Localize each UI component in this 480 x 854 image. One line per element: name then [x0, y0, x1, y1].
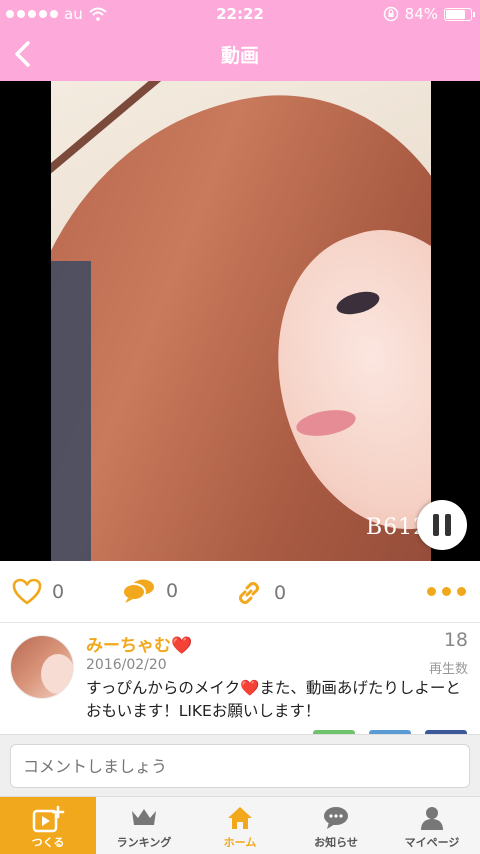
- tab-create-label: つくる: [31, 836, 65, 849]
- avatar[interactable]: [10, 635, 74, 699]
- post-username[interactable]: みーちゃむ❤️: [86, 631, 192, 656]
- battery-icon: [444, 7, 475, 21]
- tab-bar: つくる ランキング ホーム お知らせ マイページ: [0, 796, 480, 854]
- tab-create[interactable]: つくる: [0, 797, 96, 854]
- tab-ranking-label: ランキング: [116, 836, 172, 849]
- play-count-label: 再生数: [428, 662, 468, 677]
- tab-ranking[interactable]: ランキング: [96, 797, 192, 854]
- tab-notifications[interactable]: お知らせ: [288, 797, 384, 854]
- comment-bar: [0, 734, 480, 796]
- comment-input[interactable]: [10, 744, 470, 788]
- share-link-button[interactable]: 0: [234, 578, 286, 608]
- tab-mypage[interactable]: マイページ: [384, 797, 480, 854]
- tab-notifications-label: お知らせ: [314, 836, 358, 849]
- rotation-lock-icon: [383, 6, 398, 22]
- play-count: 18: [443, 629, 468, 651]
- like-button[interactable]: 0: [12, 578, 64, 605]
- tab-home[interactable]: ホーム: [192, 797, 288, 854]
- battery-percent: 84%: [404, 5, 438, 23]
- crown-icon: [132, 809, 156, 825]
- action-bar: 0 0 0: [0, 561, 480, 623]
- create-video-icon: [32, 805, 65, 833]
- user-icon: [421, 807, 443, 830]
- status-right: 84%: [383, 5, 475, 23]
- pause-button[interactable]: [417, 500, 467, 550]
- video-frame: [51, 81, 431, 561]
- video-player[interactable]: B612: [0, 81, 480, 561]
- link-icon: [239, 582, 259, 604]
- nav-bar: 動画: [0, 28, 480, 81]
- heart-icon: [12, 578, 42, 605]
- tab-mypage-label: マイページ: [404, 836, 460, 849]
- like-count: 0: [52, 580, 65, 603]
- post-info: みーちゃむ❤️ 2016/02/20 18 再生数 すっぴんからのメイク❤️また…: [0, 623, 480, 733]
- status-bar: au 22:22 84%: [0, 0, 480, 28]
- post-date: 2016/02/20: [86, 657, 167, 673]
- tab-home-label: ホーム: [223, 836, 257, 849]
- comment-button[interactable]: 0: [122, 578, 178, 604]
- home-icon: [228, 807, 252, 829]
- more-options-icon[interactable]: [427, 587, 466, 596]
- post-text: すっぴんからのメイク❤️また、動画あげたりしよーとおもいます！LIKEお願いしま…: [86, 679, 461, 720]
- comment-bubbles-icon: [122, 579, 154, 603]
- comment-count: 0: [166, 580, 179, 602]
- share-count: 0: [274, 582, 287, 604]
- page-title: 動画: [220, 45, 259, 67]
- speech-bubble-icon: [324, 807, 348, 829]
